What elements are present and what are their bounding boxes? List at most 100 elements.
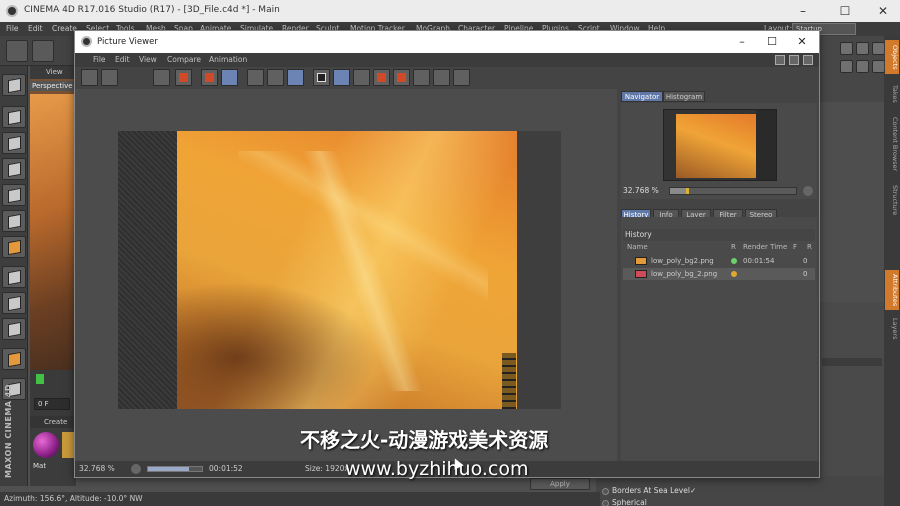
tab-objects[interactable]: Objects xyxy=(885,40,899,74)
history-row[interactable]: low_poly_bg_2.png 0 xyxy=(623,268,815,280)
picture-viewer-canvas[interactable] xyxy=(75,89,617,461)
tab-structure[interactable]: Structure xyxy=(885,180,899,220)
frame-field[interactable]: 0 F xyxy=(34,398,70,410)
viewport[interactable]: View Perspective xyxy=(30,66,80,390)
history-status-dot xyxy=(731,258,737,264)
pv-maximize-button[interactable]: ☐ xyxy=(757,34,787,50)
maximize-button[interactable]: ☐ xyxy=(828,2,862,20)
history-frame: 0 xyxy=(803,257,808,265)
pv-region-b-icon[interactable] xyxy=(267,69,284,86)
col-render-time[interactable]: Render Time xyxy=(743,243,787,251)
model-mode-icon[interactable] xyxy=(2,74,26,96)
magnet-icon[interactable] xyxy=(2,348,26,370)
tab-histogram[interactable]: Histogram xyxy=(663,91,705,102)
viewport-menu-view[interactable]: View xyxy=(30,66,80,79)
pv-set-b-icon[interactable] xyxy=(393,69,410,86)
pv-menu-compare[interactable]: Compare xyxy=(167,55,201,64)
app-title: CINEMA 4D R17.016 Studio (R17) - [3D_Fil… xyxy=(24,5,280,15)
panel-icon-d[interactable] xyxy=(840,60,853,73)
app-title-bar: CINEMA 4D R17.016 Studio (R17) - [3D_Fil… xyxy=(0,0,900,22)
pv-render-icon[interactable] xyxy=(153,69,170,86)
material-preview[interactable] xyxy=(33,432,59,458)
spherical-radio[interactable] xyxy=(602,500,609,506)
col-r2[interactable]: R xyxy=(807,243,812,251)
panel-icon-a[interactable] xyxy=(840,42,853,55)
pv-diff-icon[interactable] xyxy=(413,69,430,86)
object-axis-icon[interactable] xyxy=(2,236,26,258)
picture-viewer-toolbar xyxy=(75,67,819,89)
col-f[interactable]: F xyxy=(793,243,797,251)
history-render-time: 00:01:54 xyxy=(743,257,775,265)
pv-split-icon[interactable] xyxy=(353,69,370,86)
tab-takes[interactable]: Takes xyxy=(885,80,899,108)
texture-mode-icon[interactable] xyxy=(2,184,26,206)
polygons-mode-icon[interactable] xyxy=(2,158,26,180)
pv-fit-icon[interactable] xyxy=(433,69,450,86)
pv-menu-view[interactable]: View xyxy=(139,55,157,64)
pv-menu-animation[interactable]: Animation xyxy=(209,55,247,64)
object-list[interactable] xyxy=(820,102,886,302)
col-r[interactable]: R xyxy=(731,243,736,251)
timeline-playhead[interactable] xyxy=(36,374,44,384)
pv-minimize-button[interactable]: – xyxy=(727,34,757,50)
borders-sea-level-radio[interactable] xyxy=(602,488,609,495)
pv-layout-icon-c[interactable] xyxy=(803,55,813,65)
minimize-button[interactable]: – xyxy=(786,2,820,20)
history-panel: History Name R Render Time F R low_poly_… xyxy=(621,217,817,461)
menu-file[interactable]: File xyxy=(6,24,19,33)
pv-render-progress xyxy=(147,466,203,472)
apply-button[interactable]: Apply xyxy=(530,478,590,490)
tab-navigator[interactable]: Navigator xyxy=(621,91,663,102)
attribute-field[interactable] xyxy=(822,358,882,366)
vertical-tabs: Objects Takes Content Browser Structure … xyxy=(884,36,900,506)
pv-image-size: Size: 1920x xyxy=(305,464,349,473)
pv-ab-compare-icon[interactable] xyxy=(313,69,330,86)
pv-menu-file[interactable]: File xyxy=(93,55,106,64)
maxon-logo: MAXON CINEMA 4D xyxy=(2,384,26,484)
workplane-mode-icon[interactable] xyxy=(2,210,26,232)
pv-render-region-icon[interactable] xyxy=(175,69,192,86)
edges-mode-icon[interactable] xyxy=(2,132,26,154)
pv-fullscreen-icon[interactable] xyxy=(453,69,470,86)
col-name[interactable]: Name xyxy=(627,243,648,251)
rendered-image[interactable] xyxy=(118,131,561,409)
pv-sync-icon[interactable] xyxy=(221,69,238,86)
material-preview-2[interactable] xyxy=(62,432,74,458)
tweak-icon[interactable] xyxy=(2,292,26,314)
snap-icon[interactable] xyxy=(2,266,26,288)
pv-region-c-icon[interactable] xyxy=(287,69,304,86)
undo-icon[interactable] xyxy=(6,40,28,62)
history-row[interactable]: low_poly_bg2.png 00:01:54 0 xyxy=(623,255,815,267)
pv-layout-icon-a[interactable] xyxy=(775,55,785,65)
panel-icon-b[interactable] xyxy=(856,42,869,55)
navigator-zoom-value[interactable]: 32.768 % xyxy=(623,186,659,195)
solo-icon[interactable] xyxy=(2,318,26,340)
pv-zoom-value[interactable]: 32.768 % xyxy=(79,464,115,473)
menu-edit[interactable]: Edit xyxy=(28,24,43,33)
pv-region-a-icon[interactable] xyxy=(247,69,264,86)
navigator-zoom-slider[interactable] xyxy=(669,187,797,195)
redo-icon[interactable] xyxy=(32,40,54,62)
close-button[interactable]: ✕ xyxy=(866,2,900,20)
pv-close-button[interactable]: ✕ xyxy=(787,34,817,50)
pv-zoom-button[interactable] xyxy=(131,464,141,474)
pv-open-icon[interactable] xyxy=(81,69,98,86)
material-create-menu[interactable]: Create xyxy=(30,416,76,428)
tab-attributes[interactable]: Attributes xyxy=(885,270,899,310)
pv-save-icon[interactable] xyxy=(101,69,118,86)
points-mode-icon[interactable] xyxy=(2,106,26,128)
pv-render-time: 00:01:52 xyxy=(209,464,243,473)
pv-stop-render-icon[interactable] xyxy=(201,69,218,86)
navigator-zoom-button[interactable] xyxy=(803,186,813,196)
pv-layout-icon-b[interactable] xyxy=(789,55,799,65)
borders-sea-level-check[interactable]: ✓ xyxy=(690,486,696,495)
tab-layers[interactable]: Layers xyxy=(885,314,899,344)
picture-viewer-title-bar: Picture Viewer – ☐ ✕ xyxy=(75,31,819,53)
pv-set-a-icon[interactable] xyxy=(373,69,390,86)
pv-menu-edit[interactable]: Edit xyxy=(115,55,130,64)
pv-render-progress-fill xyxy=(148,467,189,471)
navigator-thumbnail[interactable] xyxy=(663,109,777,181)
tab-content-browser[interactable]: Content Browser xyxy=(885,112,899,176)
pv-swap-icon[interactable] xyxy=(333,69,350,86)
panel-icon-e[interactable] xyxy=(856,60,869,73)
